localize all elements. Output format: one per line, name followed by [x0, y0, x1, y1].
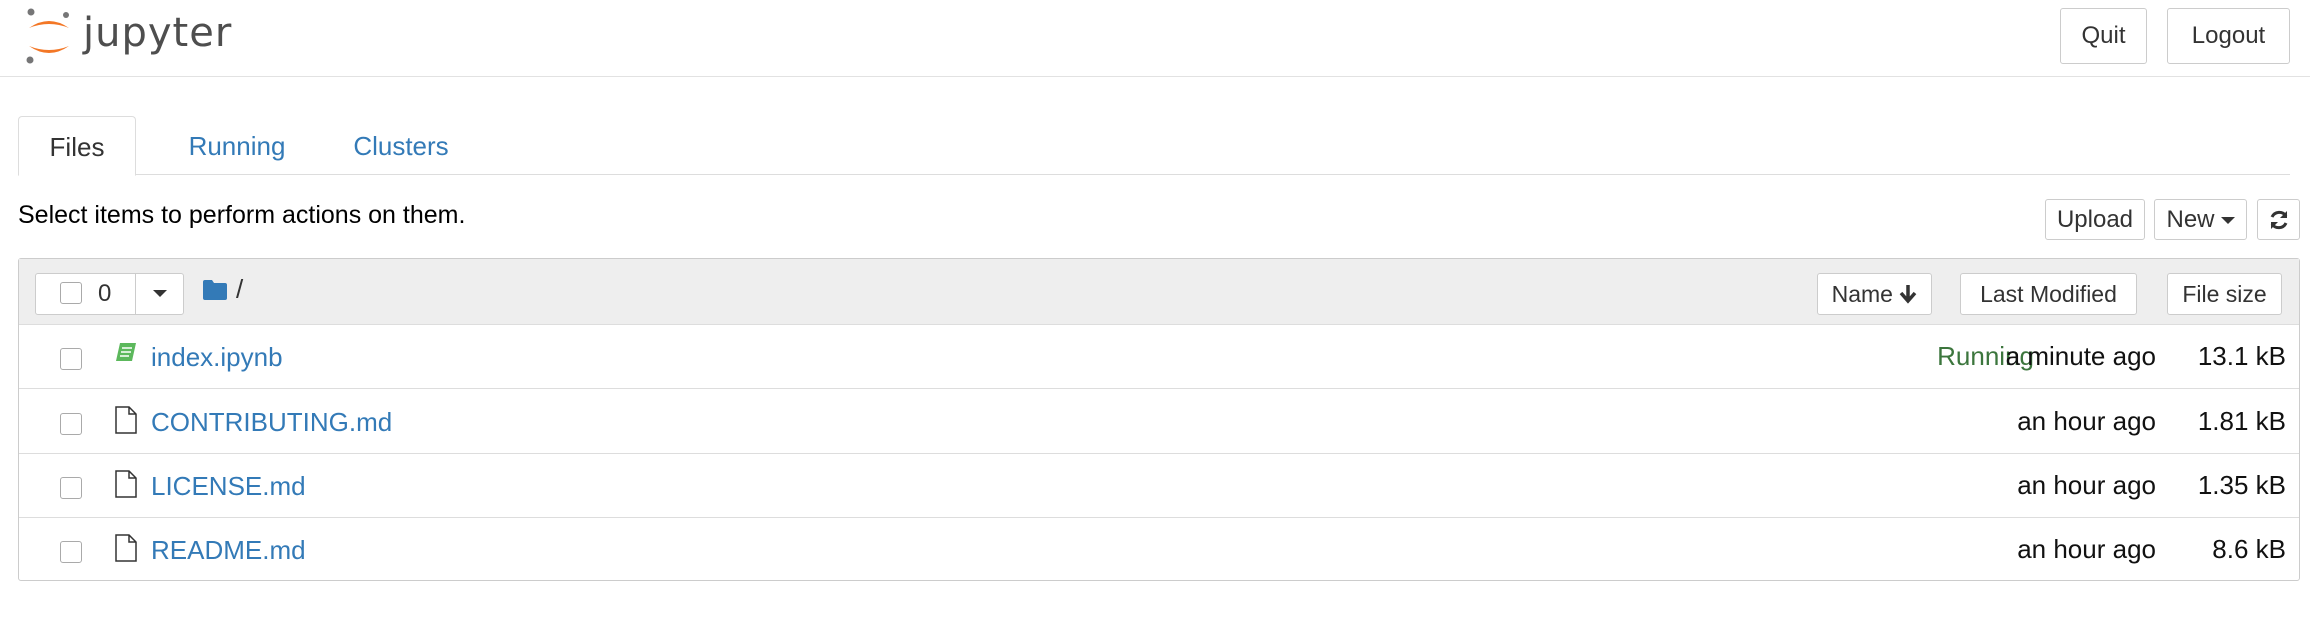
jupyter-logo[interactable]: jupyter — [25, 6, 245, 66]
select-all-checkbox[interactable] — [60, 282, 82, 304]
file-name-link[interactable]: CONTRIBUTING.md — [151, 407, 392, 438]
upload-button[interactable]: Upload — [2045, 199, 2145, 240]
file-row[interactable]: index.ipynb Running a minute ago 13.1 kB — [19, 325, 2299, 389]
sort-name-button[interactable]: Name — [1817, 273, 1932, 315]
row-checkbox[interactable] — [60, 413, 82, 435]
tab-running[interactable]: Running — [158, 116, 316, 176]
selected-count: 0 — [98, 280, 112, 307]
file-row[interactable]: README.md an hour ago 8.6 kB — [19, 518, 2299, 582]
caret-down-icon — [153, 290, 167, 298]
sort-size-button[interactable]: File size — [2167, 273, 2282, 315]
quit-button[interactable]: Quit — [2060, 8, 2147, 64]
select-all-group: 0 — [35, 273, 184, 315]
last-modified: a minute ago — [2005, 341, 2156, 371]
new-dropdown-button[interactable]: New — [2154, 199, 2247, 240]
refresh-button[interactable] — [2257, 199, 2300, 240]
file-row[interactable]: LICENSE.md an hour ago 1.35 kB — [19, 454, 2299, 518]
file-size: 8.6 kB — [2212, 534, 2286, 564]
folder-icon[interactable] — [202, 279, 228, 301]
logo-text: jupyter — [83, 10, 233, 56]
notebook-icon — [116, 343, 136, 361]
instructions-text: Select items to perform actions on them. — [18, 201, 466, 229]
sort-modified-button[interactable]: Last Modified — [1960, 273, 2137, 315]
tab-clusters[interactable]: Clusters — [328, 116, 474, 176]
file-name-link[interactable]: README.md — [151, 535, 306, 566]
last-modified: an hour ago — [2017, 534, 2156, 564]
last-modified: an hour ago — [2017, 406, 2156, 436]
header-bar: jupyter Quit Logout — [0, 0, 2310, 77]
sort-name-label: Name — [1831, 281, 1893, 307]
file-list: 0 / Name Last Modified File size index.i… — [18, 258, 2300, 581]
file-size: 1.35 kB — [2197, 470, 2286, 500]
file-size: 13.1 kB — [2197, 341, 2286, 371]
jupyter-logo-icon — [26, 8, 69, 64]
new-label: New — [2166, 206, 2215, 233]
file-icon — [115, 470, 137, 498]
logout-button[interactable]: Logout — [2167, 8, 2290, 64]
arrow-down-icon — [1900, 285, 1917, 304]
file-size: 1.81 kB — [2197, 406, 2286, 436]
file-name-link[interactable]: LICENSE.md — [151, 471, 306, 502]
file-list-header: 0 / Name Last Modified File size — [19, 259, 2299, 325]
file-name-link[interactable]: index.ipynb — [151, 342, 283, 373]
row-checkbox[interactable] — [60, 477, 82, 499]
select-dropdown-button[interactable] — [136, 274, 184, 314]
tab-files[interactable]: Files — [18, 116, 136, 176]
row-checkbox[interactable] — [60, 348, 82, 370]
row-checkbox[interactable] — [60, 541, 82, 563]
tab-bar: Files Running Clusters — [18, 116, 2290, 176]
caret-down-icon — [2220, 217, 2235, 225]
breadcrumb-path[interactable]: / — [236, 274, 243, 305]
file-row[interactable]: CONTRIBUTING.md an hour ago 1.81 kB — [19, 390, 2299, 454]
last-modified: an hour ago — [2017, 470, 2156, 500]
refresh-icon — [2270, 210, 2287, 230]
file-icon — [115, 534, 137, 562]
file-icon — [115, 406, 137, 434]
